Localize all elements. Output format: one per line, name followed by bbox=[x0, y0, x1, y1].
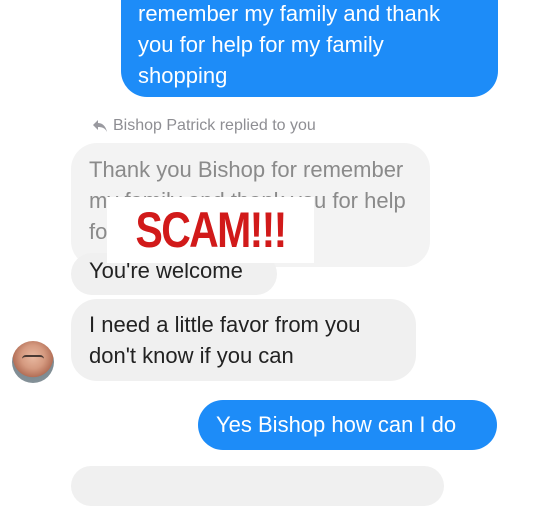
reply-arrow-icon bbox=[93, 120, 107, 132]
scam-stamp-text: SCAM!!! bbox=[135, 202, 287, 258]
reply-notice: Bishop Patrick replied to you bbox=[92, 117, 316, 135]
reply-notice-text: Bishop Patrick replied to you bbox=[113, 117, 316, 134]
outgoing-message-bubble[interactable]: Yes Bishop how can I do bbox=[198, 400, 497, 450]
message-line: Yes Bishop how can I do bbox=[216, 412, 457, 437]
message-line: I need a little favor from you bbox=[89, 312, 361, 337]
scam-stamp: SCAM!!! bbox=[107, 197, 314, 263]
avatar[interactable] bbox=[12, 341, 54, 383]
message-line: don't know if you can bbox=[89, 343, 294, 368]
incoming-message-bubble[interactable]: I need a little favor from you don't kno… bbox=[71, 299, 416, 381]
message-line: you for help for my family bbox=[138, 32, 384, 57]
avatar-glasses bbox=[22, 355, 44, 363]
message-line: shopping bbox=[138, 63, 228, 88]
message-line: remember my family and thank bbox=[138, 1, 440, 26]
message-line: Thank you Bishop for remember bbox=[89, 157, 404, 182]
outgoing-message-bubble[interactable]: remember my family and thank you for hel… bbox=[121, 0, 498, 97]
incoming-message-bubble[interactable] bbox=[71, 466, 444, 506]
